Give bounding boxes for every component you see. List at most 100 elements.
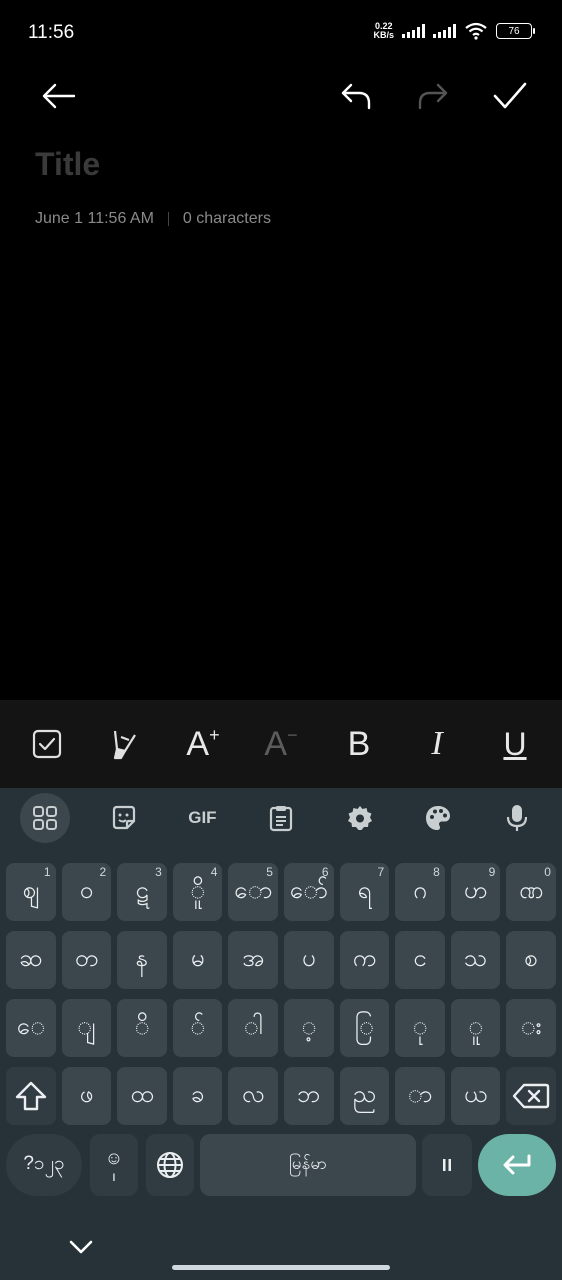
undo-button[interactable] bbox=[334, 74, 378, 118]
key[interactable]: ည bbox=[339, 1067, 390, 1125]
keyboard-toolbar: GIF bbox=[0, 788, 562, 848]
voice-input-button[interactable] bbox=[492, 793, 542, 843]
key[interactable]: လ bbox=[228, 1067, 278, 1125]
key[interactable]: ခ bbox=[172, 1067, 223, 1125]
language-key[interactable] bbox=[146, 1134, 194, 1196]
enter-key[interactable] bbox=[478, 1134, 556, 1196]
key-char: ဈ bbox=[22, 876, 40, 904]
keyboard: GIF ဈ 1 ဝ 2 ဋ 3 ိူ 4 ော 5 ော် 6 ရ 7 ဂ 8 … bbox=[0, 788, 562, 1280]
key[interactable]: စ bbox=[506, 931, 556, 989]
key-row-3: ေ ျ ိ ် ါ ့ ြ ု ူ း bbox=[6, 999, 556, 1057]
font-size-up-button[interactable]: A + bbox=[177, 718, 229, 770]
key[interactable]: န bbox=[117, 931, 167, 989]
key[interactable]: ော 5 bbox=[228, 863, 278, 921]
key[interactable]: မ bbox=[172, 931, 223, 989]
key[interactable]: ိူ 4 bbox=[172, 863, 223, 921]
key-number: 0 bbox=[544, 865, 551, 879]
key-number: 6 bbox=[321, 865, 329, 879]
bold-button[interactable]: B bbox=[333, 718, 385, 770]
key[interactable]: ရ7 bbox=[339, 863, 390, 921]
key-number: 3 bbox=[155, 865, 162, 879]
italic-label: I bbox=[431, 725, 443, 762]
key[interactable]: ဘ bbox=[283, 1067, 334, 1125]
key[interactable]: တ bbox=[61, 931, 112, 989]
key[interactable]: ာ bbox=[395, 1067, 445, 1125]
key[interactable]: ် bbox=[172, 999, 223, 1057]
key[interactable]: ထ bbox=[117, 1067, 167, 1125]
key-char: ရ bbox=[357, 876, 372, 904]
key-char: ိူ bbox=[190, 876, 206, 904]
backspace-key[interactable] bbox=[506, 1067, 556, 1125]
key[interactable]: ါ bbox=[228, 999, 278, 1057]
key[interactable]: ့ bbox=[283, 999, 334, 1057]
symbols-key[interactable]: ?၁၂၃ bbox=[6, 1134, 82, 1196]
hide-keyboard-button[interactable] bbox=[64, 1230, 98, 1264]
key-number: 5 bbox=[266, 865, 273, 879]
key[interactable]: ဆ bbox=[6, 931, 56, 989]
key[interactable]: ယ bbox=[450, 1067, 501, 1125]
check-icon bbox=[493, 82, 527, 109]
checklist-button[interactable] bbox=[21, 718, 73, 770]
format-bar: A + A − B I U bbox=[0, 700, 562, 788]
key[interactable]: င bbox=[395, 931, 445, 989]
highlighter-icon bbox=[113, 730, 136, 760]
battery-icon: 76 bbox=[496, 23, 535, 39]
font-size-down-label: A bbox=[264, 724, 288, 763]
gif-label: GIF bbox=[188, 808, 217, 827]
highlight-button[interactable] bbox=[99, 718, 151, 770]
font-size-down-button[interactable]: A − bbox=[255, 718, 307, 770]
key[interactable]: ု bbox=[395, 999, 445, 1057]
key[interactable]: း bbox=[506, 999, 556, 1057]
key-char: ဟ bbox=[463, 876, 488, 904]
key-number: 2 bbox=[99, 865, 107, 879]
home-indicator[interactable] bbox=[172, 1265, 390, 1270]
title-input[interactable]: Title bbox=[35, 146, 100, 183]
apps-button[interactable] bbox=[20, 793, 71, 843]
key-char: ော် bbox=[289, 876, 328, 904]
emoji-key-dot: ı bbox=[112, 1167, 116, 1184]
key-number: 7 bbox=[377, 865, 385, 879]
key[interactable]: ေ bbox=[6, 999, 56, 1057]
settings-button[interactable] bbox=[335, 793, 385, 843]
key[interactable]: က bbox=[339, 931, 390, 989]
key[interactable]: ူ bbox=[450, 999, 501, 1057]
note-date: June 1 11:56 AM bbox=[35, 210, 154, 227]
backspace-icon bbox=[512, 1083, 550, 1109]
underline-label: U bbox=[503, 725, 527, 762]
back-button[interactable] bbox=[36, 74, 80, 118]
undo-icon bbox=[341, 83, 371, 110]
key[interactable]: ဟ9 bbox=[450, 863, 501, 921]
theme-button[interactable] bbox=[413, 793, 463, 843]
signal-2-icon bbox=[433, 24, 456, 38]
clipboard-button[interactable] bbox=[256, 793, 306, 843]
done-button[interactable] bbox=[488, 74, 532, 118]
key[interactable]: အ bbox=[228, 931, 278, 989]
wifi-icon bbox=[465, 22, 487, 40]
underline-button[interactable]: U bbox=[489, 718, 541, 770]
key[interactable]: ြ bbox=[339, 999, 390, 1057]
key[interactable]: ပ bbox=[283, 931, 334, 989]
key-char: ဏ bbox=[519, 876, 544, 904]
status-icons: 0.22 KB/s 76 bbox=[373, 22, 535, 40]
key-row-bottom: ?၁၂၃ ☺ ı မြန်မာ bbox=[6, 1134, 556, 1196]
key[interactable]: ျ bbox=[61, 999, 112, 1057]
key[interactable]: ဖ bbox=[61, 1067, 112, 1125]
key[interactable]: ဏ0 bbox=[506, 863, 556, 921]
shift-key[interactable] bbox=[6, 1067, 56, 1125]
emoji-key[interactable]: ☺ ı bbox=[90, 1134, 138, 1196]
pause-key[interactable] bbox=[422, 1134, 472, 1196]
key[interactable]: ိ bbox=[117, 999, 167, 1057]
key[interactable]: ော် 6 bbox=[283, 863, 334, 921]
italic-button[interactable]: I bbox=[411, 718, 463, 770]
key-number: 1 bbox=[43, 865, 51, 879]
sticker-button[interactable] bbox=[99, 793, 149, 843]
space-key[interactable]: မြန်မာ bbox=[200, 1134, 416, 1196]
key[interactable]: ဝ2 bbox=[61, 863, 112, 921]
palette-icon bbox=[426, 806, 451, 830]
key[interactable]: ဈ1 bbox=[6, 863, 56, 921]
redo-button[interactable] bbox=[411, 74, 455, 118]
key[interactable]: ဋ3 bbox=[117, 863, 167, 921]
key[interactable]: သ bbox=[450, 931, 501, 989]
gif-button[interactable]: GIF bbox=[177, 793, 227, 843]
key[interactable]: ဂ8 bbox=[395, 863, 445, 921]
